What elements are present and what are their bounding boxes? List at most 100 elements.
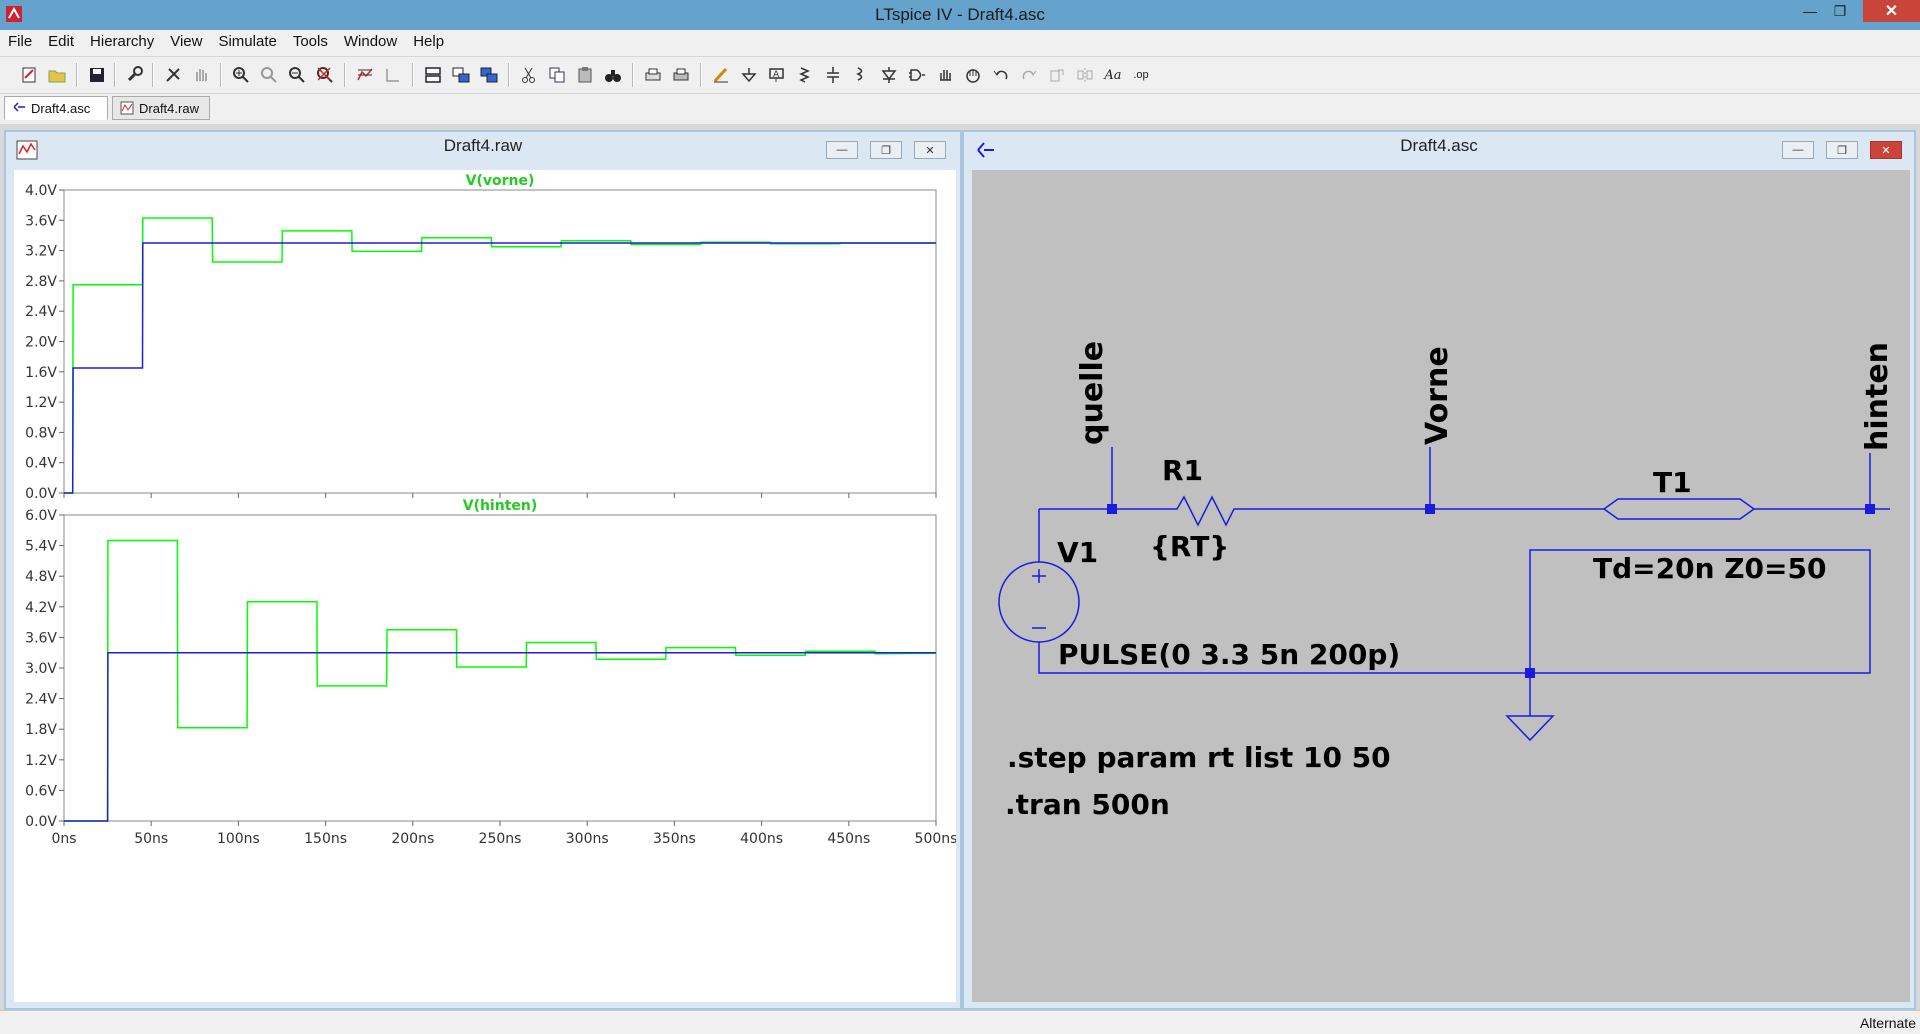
tab-draft4-raw[interactable]: Draft4.raw	[112, 96, 210, 120]
y-tick-label: 5.4V	[25, 539, 57, 555]
v1-value: PULSE(0 3.3 5n 200p)	[1058, 638, 1400, 671]
zoom-pan-icon[interactable]	[258, 64, 280, 86]
cascade-icon[interactable]	[450, 64, 472, 86]
y-tick-label: 4.2V	[25, 600, 57, 616]
print-setup-icon[interactable]	[642, 64, 664, 86]
junction-dot	[1525, 668, 1535, 678]
capacitor-icon[interactable]	[822, 64, 844, 86]
y-tick-label: 3.6V	[25, 630, 57, 646]
step-directive[interactable]: .step param rt list 10 50	[1007, 741, 1391, 774]
x-tick-label: 50ns	[134, 831, 168, 847]
zoom-out-icon[interactable]	[286, 64, 308, 86]
autorange-icon[interactable]	[354, 64, 376, 86]
maximize-button[interactable]: ❐	[1825, 0, 1855, 22]
x-tick-label: 0ns	[51, 831, 76, 847]
mdi-workspace: Draft4.raw — ❐ ✕ 0.0V 0.4V 0.8V 1.2V 1.6V 2.0…	[0, 124, 1920, 1010]
new-schematic-icon[interactable]	[18, 64, 40, 86]
schematic-drawing: quelle Vorne hinten R1 {RT} V1 PULSE(0 3…	[998, 341, 1895, 821]
x-tick-label: 150ns	[304, 831, 347, 847]
waveform-window-title: Draft4.raw	[443, 136, 523, 155]
plot-pane-frame[interactable]	[63, 514, 937, 822]
menu-simulate[interactable]: Simulate	[210, 30, 284, 54]
grid-icon[interactable]	[382, 64, 404, 86]
menu-window[interactable]: Window	[336, 30, 405, 54]
plot-area[interactable]: 0.0V 0.4V 0.8V 1.2V 1.6V 2.0V 2.4V 2.8V 3.2V 3.6V…	[14, 170, 957, 1002]
y-tick-label: 0.8V	[25, 425, 57, 441]
waveform-plots: 0.0V 0.4V 0.8V 1.2V 1.6V 2.0V 2.4V 2.8V 3.2V 3.6V…	[25, 173, 957, 847]
ground-icon[interactable]	[738, 64, 760, 86]
toolbar: A Aa .op	[0, 56, 1920, 94]
menu-view[interactable]: View	[162, 30, 210, 54]
component-icon[interactable]	[906, 64, 928, 86]
x-tick-label: 450ns	[827, 831, 870, 847]
child-minimize-button[interactable]: —	[1782, 141, 1814, 159]
window-title: LTspice IV - Draft4.asc	[875, 5, 1045, 24]
cut-icon[interactable]	[518, 64, 540, 86]
child-minimize-button[interactable]: —	[826, 141, 858, 159]
menu-help[interactable]: Help	[405, 30, 452, 54]
schematic-icon	[11, 100, 27, 116]
y-tick-label: 3.6V	[25, 213, 57, 229]
menu-tools[interactable]: Tools	[285, 30, 336, 54]
spice-directive-icon[interactable]: .op	[1130, 64, 1152, 86]
trace-title[interactable]: V(hinten)	[463, 498, 538, 514]
y-tick-label: 1.8V	[25, 722, 57, 738]
undo-icon[interactable]	[990, 64, 1012, 86]
mirror-icon[interactable]	[1074, 64, 1096, 86]
t1-name: T1	[1653, 466, 1692, 499]
control-panel-icon[interactable]	[124, 64, 146, 86]
schematic-canvas[interactable]: quelle Vorne hinten R1 {RT} V1 PULSE(0 3…	[972, 170, 1910, 1002]
waveform-window: Draft4.raw — ❐ ✕ 0.0V 0.4V 0.8V 1.2V 1.6V 2.0…	[4, 130, 962, 1010]
run-icon[interactable]	[162, 64, 184, 86]
y-tick-label: 0.0V	[25, 486, 57, 502]
child-close-button[interactable]: ✕	[1870, 141, 1902, 159]
paste-icon[interactable]	[574, 64, 596, 86]
y-tick-label: 2.0V	[25, 335, 57, 351]
draw-wire-icon[interactable]	[710, 64, 732, 86]
close-button[interactable]: ✕	[1863, 0, 1920, 22]
halt-hand-icon[interactable]	[190, 64, 212, 86]
text-icon[interactable]: Aa	[1102, 64, 1124, 86]
drag-hand-icon[interactable]	[962, 64, 984, 86]
open-folder-icon[interactable]	[46, 64, 68, 86]
y-tick-label: 1.2V	[25, 395, 57, 411]
r1-value: {RT}	[1150, 530, 1229, 563]
child-close-button[interactable]: ✕	[914, 141, 946, 159]
y-tick-label: 6.0V	[25, 508, 57, 524]
label-net-icon[interactable]: A	[766, 64, 788, 86]
diode-icon[interactable]	[878, 64, 900, 86]
waveform-icon	[119, 100, 135, 116]
y-tick-label: 4.8V	[25, 569, 57, 585]
y-tick-label: 3.0V	[25, 661, 57, 677]
move-hand-icon[interactable]	[934, 64, 956, 86]
menu-hierarchy[interactable]: Hierarchy	[82, 30, 162, 54]
tile-vertical-icon[interactable]	[478, 64, 500, 86]
net-label-quelle: quelle	[1075, 341, 1110, 445]
schematic-window-title: Draft4.asc	[1400, 136, 1478, 155]
x-tick-label: 200ns	[391, 831, 434, 847]
menu-file[interactable]: File	[0, 30, 40, 54]
tab-draft4-asc[interactable]: Draft4.asc	[4, 96, 108, 120]
child-restore-button[interactable]: ❐	[870, 141, 902, 159]
print-icon[interactable]	[670, 64, 692, 86]
redo-icon[interactable]	[1018, 64, 1040, 86]
net-label-vorne: Vorne	[1420, 346, 1455, 445]
menu-edit[interactable]: Edit	[40, 30, 82, 54]
trace-title[interactable]: V(vorne)	[466, 173, 535, 189]
schematic-window: Draft4.asc — ❐ ✕ quelle Vorne hinten R1 …	[962, 130, 1916, 1010]
inductor-icon[interactable]	[850, 64, 872, 86]
zoom-in-icon[interactable]	[230, 64, 252, 86]
find-icon[interactable]	[602, 64, 624, 86]
rotate-icon[interactable]	[1046, 64, 1068, 86]
plot-pane-frame[interactable]	[63, 189, 937, 494]
resistor-icon[interactable]	[794, 64, 816, 86]
copy-icon[interactable]	[546, 64, 568, 86]
status-text: Alternate	[1859, 1015, 1916, 1031]
v1-plus-sign	[1032, 569, 1046, 583]
tile-horizontal-icon[interactable]	[422, 64, 444, 86]
child-restore-button[interactable]: ❐	[1826, 141, 1858, 159]
save-icon[interactable]	[86, 64, 108, 86]
minimize-button[interactable]: —	[1795, 0, 1825, 22]
zoom-fit-icon[interactable]	[314, 64, 336, 86]
tran-directive[interactable]: .tran 500n	[1005, 788, 1170, 821]
